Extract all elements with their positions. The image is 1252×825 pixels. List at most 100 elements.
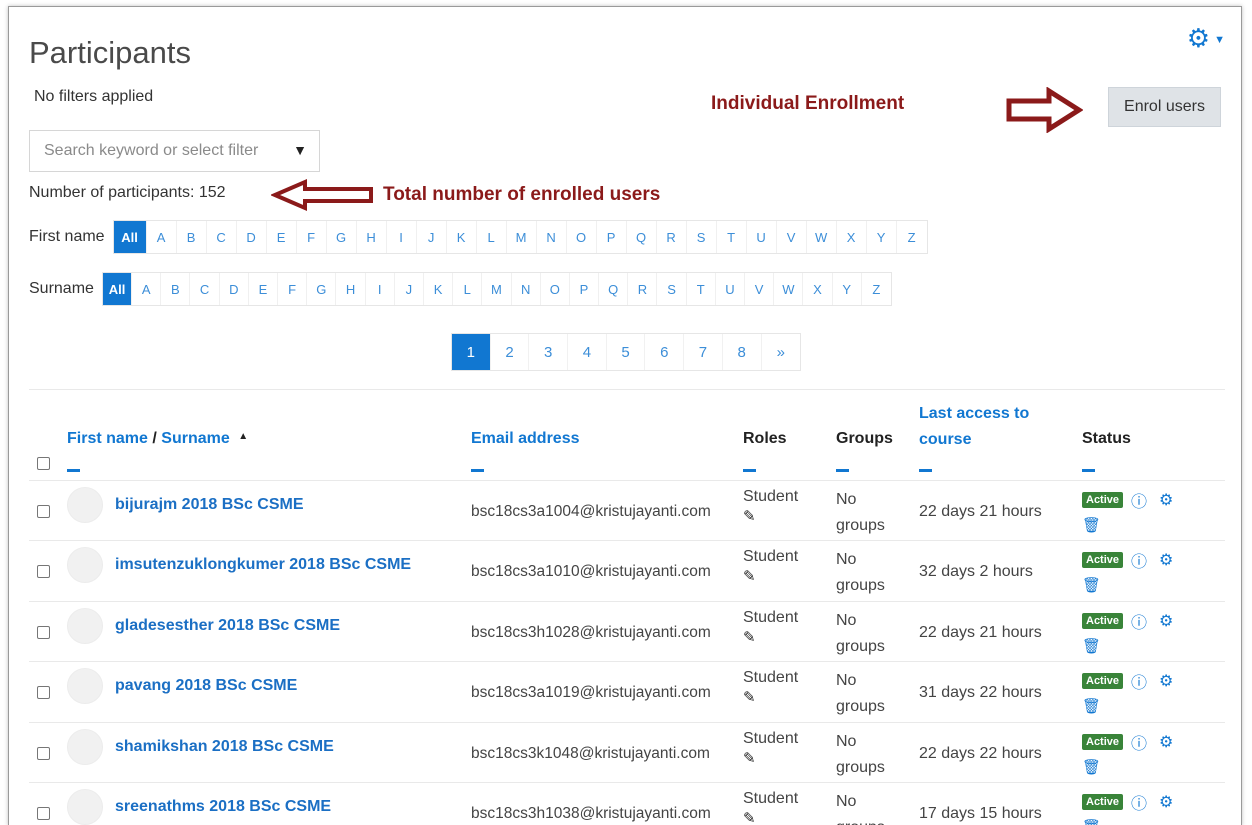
pagination-page-2[interactable]: 2 — [491, 334, 530, 370]
pencil-icon[interactable]: ✎ — [743, 810, 756, 825]
first-name-letter-n[interactable]: N — [537, 221, 567, 253]
trash-icon[interactable]: 🗑 — [1082, 516, 1101, 534]
first-name-letter-a[interactable]: A — [147, 221, 177, 253]
first-name-letter-f[interactable]: F — [297, 221, 327, 253]
row-checkbox[interactable] — [37, 686, 50, 700]
surname-letter-l[interactable]: L — [453, 273, 483, 305]
settings-menu[interactable]: ⚙ ▼ — [1187, 25, 1225, 51]
pagination-page-6[interactable]: 6 — [645, 334, 685, 370]
first-name-letter-h[interactable]: H — [357, 221, 387, 253]
gear-icon[interactable]: ⚙ — [1159, 671, 1173, 691]
surname-letter-e[interactable]: E — [249, 273, 279, 305]
surname-letter-z[interactable]: Z — [862, 273, 891, 305]
sort-email-link[interactable]: Email address — [471, 430, 580, 447]
gear-icon[interactable]: ⚙ — [1159, 550, 1173, 570]
first-name-letter-l[interactable]: L — [477, 221, 507, 253]
search-filter[interactable]: ▼ — [29, 130, 320, 172]
first-name-letter-g[interactable]: G — [327, 221, 357, 253]
pagination-page-8[interactable]: 8 — [723, 334, 762, 370]
row-checkbox[interactable] — [37, 807, 50, 821]
pagination-page-4[interactable]: 4 — [568, 334, 607, 370]
avatar[interactable] — [67, 607, 103, 644]
first-name-letter-v[interactable]: V — [777, 221, 807, 253]
surname-letter-r[interactable]: R — [628, 273, 658, 305]
surname-all[interactable]: All — [102, 273, 133, 305]
row-checkbox[interactable] — [37, 565, 50, 579]
surname-letter-d[interactable]: D — [220, 273, 249, 305]
pagination-page-5[interactable]: 5 — [607, 334, 646, 370]
user-name-link[interactable]: pavang 2018 BSc CSME — [115, 677, 297, 695]
surname-letter-x[interactable]: X — [803, 273, 833, 305]
collapse-column-icon[interactable] — [743, 468, 756, 472]
user-name-link[interactable]: gladesesther 2018 BSc CSME — [115, 617, 340, 635]
avatar[interactable] — [67, 547, 103, 584]
row-checkbox[interactable] — [37, 504, 50, 518]
gear-icon[interactable]: ⚙ — [1159, 732, 1173, 752]
first-name-letter-z[interactable]: Z — [897, 221, 927, 253]
pagination-next[interactable]: » — [762, 334, 801, 370]
gear-icon[interactable]: ⚙ — [1159, 611, 1173, 631]
pencil-icon[interactable]: ✎ — [743, 689, 756, 706]
first-name-letter-r[interactable]: R — [657, 221, 687, 253]
surname-letter-m[interactable]: M — [482, 273, 512, 305]
gear-icon[interactable]: ⚙ — [1159, 792, 1173, 812]
first-name-letter-w[interactable]: W — [807, 221, 837, 253]
first-name-letter-m[interactable]: M — [507, 221, 537, 253]
dropdown-arrow-icon[interactable]: ▼ — [293, 142, 307, 158]
pencil-icon[interactable]: ✎ — [743, 629, 756, 646]
surname-letter-v[interactable]: V — [745, 273, 775, 305]
first-name-letter-p[interactable]: P — [597, 221, 627, 253]
avatar[interactable] — [67, 486, 103, 523]
surname-letter-n[interactable]: N — [512, 273, 541, 305]
surname-letter-g[interactable]: G — [307, 273, 337, 305]
info-icon[interactable]: ⓘ — [1131, 488, 1147, 512]
search-input[interactable] — [44, 142, 284, 160]
surname-letter-t[interactable]: T — [687, 273, 716, 305]
trash-icon[interactable]: 🗑 — [1082, 758, 1101, 776]
sort-last-access-link[interactable]: Last access to course — [919, 405, 1029, 448]
surname-letter-s[interactable]: S — [657, 273, 687, 305]
first-name-letter-t[interactable]: T — [717, 221, 747, 253]
first-name-letter-q[interactable]: Q — [627, 221, 657, 253]
first-name-letter-j[interactable]: J — [417, 221, 447, 253]
row-checkbox[interactable] — [37, 746, 50, 760]
info-icon[interactable]: ⓘ — [1131, 609, 1147, 633]
collapse-column-icon[interactable] — [471, 468, 484, 472]
info-icon[interactable]: ⓘ — [1131, 669, 1147, 693]
info-icon[interactable]: ⓘ — [1131, 548, 1147, 572]
first-name-letter-s[interactable]: S — [687, 221, 717, 253]
info-icon[interactable]: ⓘ — [1131, 730, 1147, 754]
trash-icon[interactable]: 🗑 — [1082, 637, 1101, 655]
row-checkbox[interactable] — [37, 625, 50, 639]
collapse-column-icon[interactable] — [919, 468, 932, 472]
surname-letter-w[interactable]: W — [774, 273, 804, 305]
surname-letter-q[interactable]: Q — [599, 273, 629, 305]
user-name-link[interactable]: bijurajm 2018 BSc CSME — [115, 496, 304, 514]
trash-icon[interactable]: 🗑 — [1082, 697, 1101, 715]
first-name-letter-c[interactable]: C — [207, 221, 237, 253]
pencil-icon[interactable]: ✎ — [743, 568, 756, 585]
first-name-letter-b[interactable]: B — [177, 221, 207, 253]
trash-icon[interactable]: 🗑 — [1082, 818, 1101, 825]
surname-letter-i[interactable]: I — [366, 273, 395, 305]
user-name-link[interactable]: sreenathms 2018 BSc CSME — [115, 798, 331, 816]
collapse-column-icon[interactable] — [1082, 468, 1095, 472]
surname-letter-a[interactable]: A — [132, 273, 162, 305]
surname-letter-f[interactable]: F — [278, 273, 308, 305]
first-name-letter-o[interactable]: O — [567, 221, 597, 253]
surname-letter-j[interactable]: J — [395, 273, 424, 305]
collapse-column-icon[interactable] — [67, 468, 80, 472]
pagination-page-1[interactable]: 1 — [452, 334, 491, 370]
info-icon[interactable]: ⓘ — [1131, 790, 1147, 814]
pencil-icon[interactable]: ✎ — [743, 750, 756, 767]
surname-letter-c[interactable]: C — [190, 273, 220, 305]
first-name-all[interactable]: All — [113, 221, 147, 253]
avatar[interactable] — [67, 728, 103, 765]
first-name-letter-u[interactable]: U — [747, 221, 777, 253]
sort-first-name-link[interactable]: First name — [67, 430, 148, 447]
sort-surname-link[interactable]: Surname — [161, 430, 229, 447]
pagination-page-7[interactable]: 7 — [684, 334, 723, 370]
surname-letter-p[interactable]: P — [570, 273, 600, 305]
surname-letter-u[interactable]: U — [716, 273, 746, 305]
first-name-letter-y[interactable]: Y — [867, 221, 897, 253]
